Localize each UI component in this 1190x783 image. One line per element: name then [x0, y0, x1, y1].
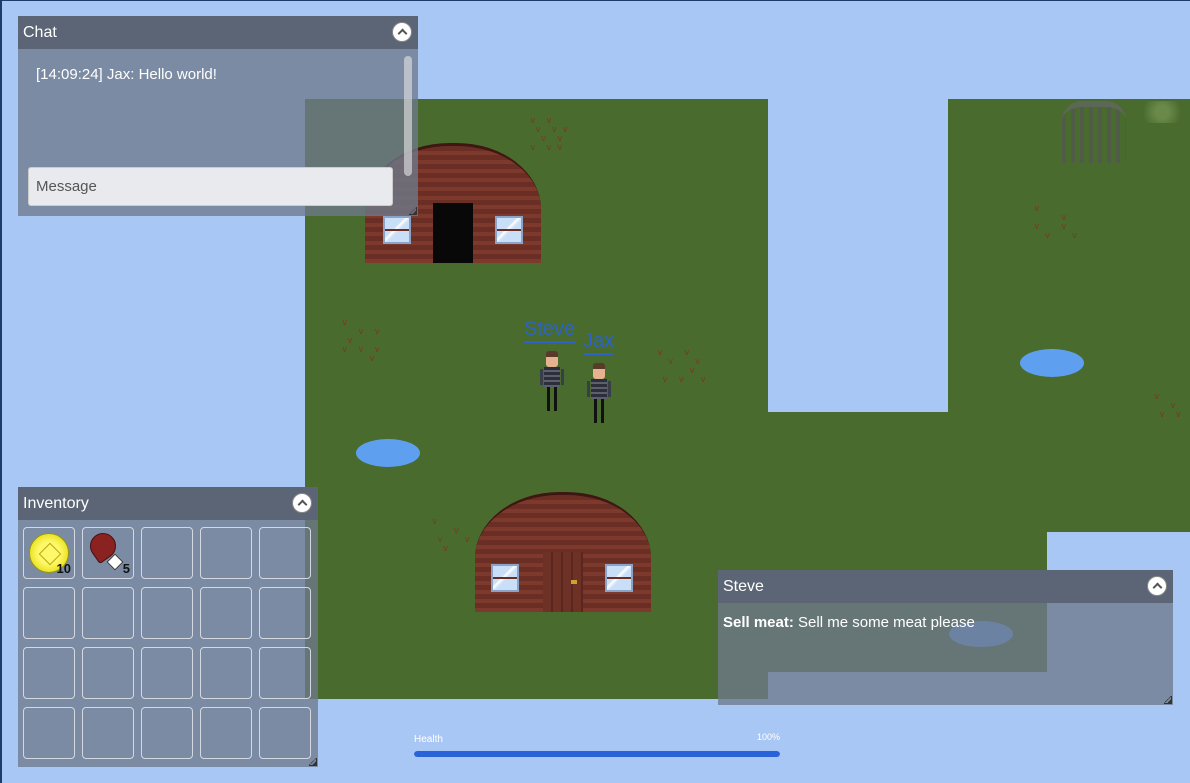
player-arm	[561, 369, 564, 385]
inventory-slot[interactable]	[200, 587, 252, 639]
chat-panel: Chat [14:09:24] Jax: Hello world!	[18, 16, 418, 216]
inventory-slot[interactable]	[23, 707, 75, 759]
player-head	[593, 363, 605, 379]
dialog-option-text: Sell me some meat please	[798, 614, 975, 631]
inventory-slot[interactable]	[259, 587, 311, 639]
player-steve[interactable]	[539, 351, 565, 413]
inventory-slot[interactable]	[23, 587, 75, 639]
health-fill	[414, 751, 780, 757]
inventory-slot[interactable]	[259, 707, 311, 759]
item-count: 10	[56, 561, 71, 576]
inventory-slot[interactable]	[200, 707, 252, 759]
cabin-door[interactable]	[543, 552, 583, 612]
cabin-window	[491, 564, 519, 592]
player-arm	[587, 381, 590, 397]
inventory-slot[interactable]	[259, 527, 311, 579]
health-label: Health	[414, 734, 443, 745]
player-legs	[594, 399, 604, 423]
inventory-slot[interactable]	[141, 707, 193, 759]
player-head	[546, 351, 558, 367]
player-nametag-jax: Jax	[583, 331, 615, 355]
chevron-up-icon	[1152, 582, 1162, 593]
grass-tuft: v v v vv v v v	[342, 318, 380, 364]
cabin-bottom[interactable]	[475, 492, 651, 612]
inventory-slot[interactable]: 5	[82, 527, 134, 579]
inventory-panel: Inventory 10 5	[18, 487, 318, 767]
chevron-up-icon	[397, 28, 407, 39]
npc-dialog-collapse-button[interactable]	[1147, 576, 1167, 596]
chat-message: [14:09:24] Jax: Hello world!	[36, 66, 217, 83]
resize-handle[interactable]	[409, 207, 417, 215]
grass-tuft: v v v v	[1154, 392, 1182, 420]
health-track	[414, 751, 780, 757]
npc-dialog-panel: Steve Sell meat: Sell me some meat pleas…	[718, 570, 1173, 705]
inventory-slot[interactable]	[141, 587, 193, 639]
inventory-slot[interactable]	[82, 707, 134, 759]
grass-area	[948, 99, 1190, 532]
chat-scrollbar[interactable]	[404, 56, 412, 176]
inventory-slot[interactable]	[259, 647, 311, 699]
inventory-slot[interactable]	[200, 527, 252, 579]
chat-collapse-button[interactable]	[392, 22, 412, 42]
inventory-slot[interactable]	[23, 647, 75, 699]
bush	[1132, 101, 1190, 123]
player-arm	[540, 369, 543, 385]
inventory-slot[interactable]	[82, 647, 134, 699]
npc-dialog-header: Steve	[718, 570, 1173, 603]
inventory-header: Inventory	[18, 487, 318, 520]
player-jax[interactable]	[586, 363, 612, 425]
pond	[356, 439, 420, 467]
inventory-collapse-button[interactable]	[292, 493, 312, 513]
grass-area	[768, 412, 948, 526]
ruins	[1062, 101, 1126, 163]
npc-name: Steve	[723, 578, 764, 595]
chat-title: Chat	[23, 24, 57, 41]
grass-tuft: v v v v v v v v	[657, 348, 706, 385]
player-body	[591, 379, 607, 399]
grass-tuft: v vv v v v	[1034, 204, 1078, 241]
inventory-slot[interactable]	[141, 647, 193, 699]
player-legs	[547, 387, 557, 411]
cabin-window	[495, 216, 523, 244]
grass-tuft: v v v v v	[432, 517, 470, 554]
resize-handle[interactable]	[1164, 696, 1172, 704]
dialog-option-label: Sell meat:	[723, 614, 794, 631]
chat-header: Chat	[18, 16, 418, 49]
chat-message-input[interactable]	[28, 167, 393, 206]
resize-handle[interactable]	[309, 758, 317, 766]
inventory-grid: 10 5	[23, 527, 311, 759]
player-body	[544, 367, 560, 387]
inventory-slot[interactable]	[200, 647, 252, 699]
item-count: 5	[122, 561, 130, 576]
cabin-doorway[interactable]	[433, 203, 473, 263]
inventory-title: Inventory	[23, 495, 89, 512]
player-arm	[608, 381, 611, 397]
inventory-slot[interactable]	[141, 527, 193, 579]
inventory-slot[interactable]	[82, 587, 134, 639]
chat-log: [14:09:24] Jax: Hello world!	[36, 66, 217, 83]
chevron-up-icon	[297, 499, 307, 510]
inventory-slot[interactable]: 10	[23, 527, 75, 579]
health-percent: 100%	[756, 732, 780, 742]
cabin-window	[383, 216, 411, 244]
dialog-option-sell-meat[interactable]: Sell meat: Sell me some meat please	[723, 614, 975, 631]
cabin-window	[605, 564, 633, 592]
door-knob	[571, 580, 577, 584]
player-nametag-steve: Steve	[524, 319, 576, 343]
pond	[1020, 349, 1084, 377]
